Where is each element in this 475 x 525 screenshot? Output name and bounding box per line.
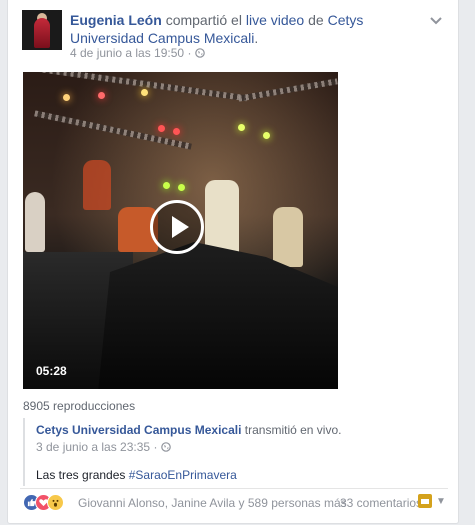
shared-timestamp[interactable]: 3 de junio a las 23:35: [36, 440, 150, 454]
connector-text: de: [308, 12, 324, 28]
stage-light: [158, 125, 165, 132]
stage-light: [173, 128, 180, 135]
footer-divider: [20, 488, 448, 489]
shared-meta: 3 de junio a las 23:35 ·: [36, 440, 171, 454]
action-text: compartió el: [165, 12, 242, 28]
performer-figure: [273, 207, 303, 267]
shared-header: Cetys Universidad Campus Mexicali transm…: [36, 423, 341, 437]
globe-icon: [160, 440, 171, 454]
stage-light: [63, 94, 70, 101]
shared-action: transmitió en vivo.: [244, 423, 342, 437]
video-player[interactable]: 05:28: [23, 72, 338, 389]
chevron-down-icon[interactable]: [430, 12, 442, 28]
stage-light: [98, 92, 105, 99]
post-card: Eugenia León compartió el live video de …: [7, 0, 459, 524]
comment-count[interactable]: 33 comentarios: [340, 496, 422, 510]
author-name-link[interactable]: Eugenia León: [70, 12, 162, 28]
video-duration: 05:28: [36, 364, 67, 378]
live-video-link[interactable]: live video: [246, 12, 304, 28]
stage-light: [141, 89, 148, 96]
stage-light: [238, 124, 245, 131]
stage-light: [178, 184, 185, 191]
meta-separator: ·: [187, 46, 192, 60]
shared-page-link[interactable]: Cetys Universidad Campus Mexicali: [36, 423, 241, 437]
reaction-summary[interactable]: Giovanni Alonso, Janine Avila y 589 pers…: [78, 496, 347, 510]
performer-figure: [25, 192, 45, 252]
post-timestamp[interactable]: 4 de junio a las 19:50: [70, 46, 184, 60]
share-icon[interactable]: [418, 494, 432, 508]
stage-light: [263, 132, 270, 139]
screen-backdrop: [83, 160, 111, 210]
post-meta: 4 de junio a las 19:50 ·: [70, 46, 205, 60]
hashtag-link[interactable]: #SaraoEnPrimavera: [129, 468, 237, 482]
globe-icon: [194, 46, 205, 60]
period-text: .: [254, 30, 259, 46]
view-count: 8905 reproducciones: [23, 399, 136, 413]
author-avatar[interactable]: [22, 10, 62, 50]
stage-light: [163, 182, 170, 189]
avatar-figure: [34, 18, 50, 48]
shared-separator: ·: [153, 440, 158, 454]
play-button[interactable]: [150, 200, 204, 254]
shared-post: Cetys Universidad Campus Mexicali transm…: [23, 418, 445, 486]
caret-down-icon[interactable]: ▼: [436, 496, 446, 507]
post-header: Eugenia León compartió el live video de …: [70, 11, 420, 47]
caption-text: Las tres grandes: [36, 468, 126, 482]
play-icon: [172, 216, 189, 238]
shared-caption: Las tres grandes #SaraoEnPrimavera: [36, 468, 237, 482]
wow-reaction-icon: [47, 494, 64, 511]
